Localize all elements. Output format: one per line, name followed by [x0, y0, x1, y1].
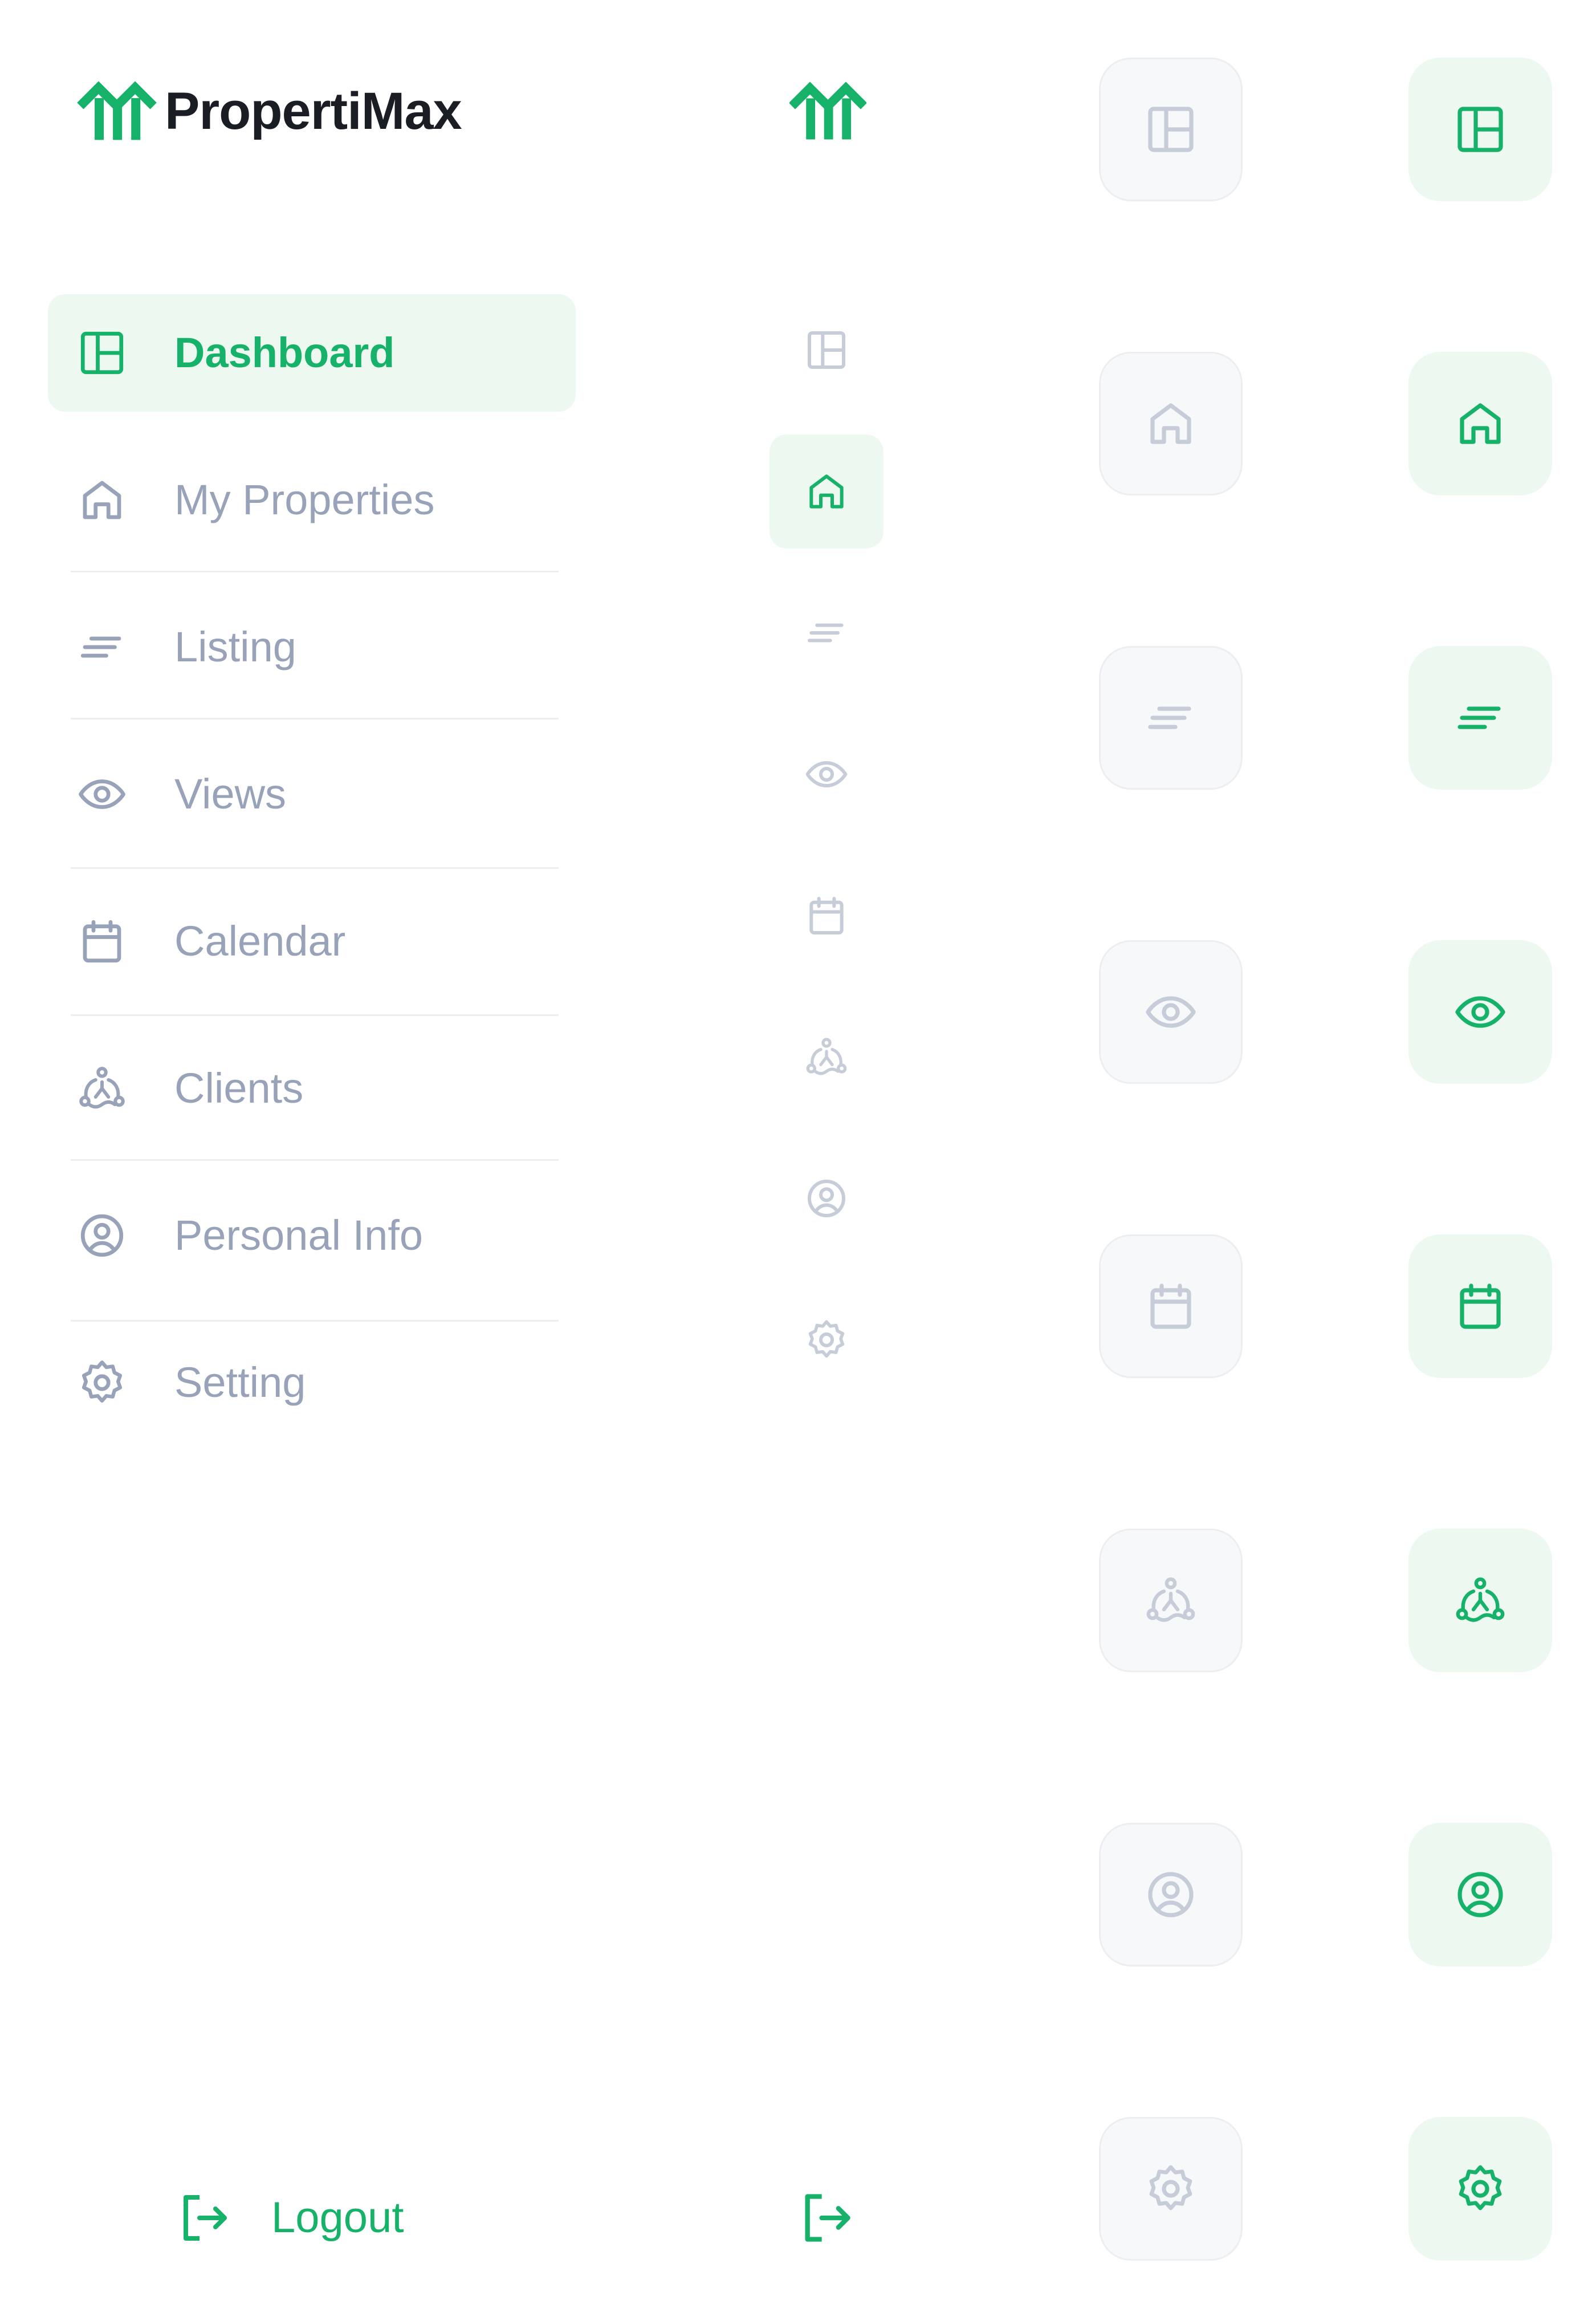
- dashboard-icon: [1453, 102, 1508, 157]
- clients-icon: [1453, 1573, 1508, 1628]
- clients-icon: [804, 1034, 849, 1080]
- gear-icon: [1453, 2161, 1508, 2216]
- sidebar-item-my-properties[interactable]: My Properties: [48, 441, 576, 559]
- mini-item-personal-info[interactable]: [769, 1141, 883, 1255]
- home-icon: [1143, 396, 1198, 451]
- clients-icon: [1143, 1573, 1198, 1628]
- sidebar-item-label: My Properties: [174, 476, 435, 523]
- gear-icon: [76, 1357, 128, 1408]
- mini-item-my-properties[interactable]: [769, 434, 883, 548]
- sidebar-item-label: Clients: [174, 1064, 304, 1112]
- calendar-icon: [76, 916, 128, 967]
- tile-default-listing[interactable]: [1099, 646, 1243, 790]
- divider: [71, 1159, 559, 1161]
- mini-item-listing[interactable]: [769, 576, 883, 690]
- sidebar-item-listing[interactable]: Listing: [48, 588, 576, 706]
- logout-icon[interactable]: [798, 2189, 855, 2246]
- sidebar-item-dashboard[interactable]: Dashboard: [48, 294, 576, 412]
- sidebar-item-personal-info[interactable]: Personal Info: [48, 1177, 576, 1294]
- home-icon: [1453, 396, 1508, 451]
- sidebar-item-setting[interactable]: Setting: [48, 1324, 576, 1441]
- tile-default-personal-info[interactable]: [1099, 1823, 1243, 1966]
- eye-icon: [76, 769, 128, 820]
- divider: [71, 571, 559, 572]
- sidebar-item-label: Calendar: [174, 917, 346, 965]
- tile-active-personal-info[interactable]: [1408, 1823, 1552, 1966]
- dashboard-icon: [1143, 102, 1198, 157]
- divider: [71, 1320, 559, 1322]
- sidebar-item-label: Listing: [174, 623, 296, 671]
- tile-default-views[interactable]: [1099, 940, 1243, 1084]
- tile-default-home[interactable]: [1099, 352, 1243, 495]
- logout-icon: [177, 2191, 231, 2245]
- sidebar-item-clients[interactable]: Clients: [48, 1030, 576, 1147]
- sidebar-item-label: Dashboard: [174, 329, 395, 376]
- tile-default-calendar[interactable]: [1099, 1234, 1243, 1378]
- tile-default-dashboard[interactable]: [1099, 58, 1243, 201]
- divider: [71, 1014, 559, 1016]
- tile-active-views[interactable]: [1408, 940, 1552, 1084]
- user-circle-icon: [76, 1210, 128, 1261]
- mini-item-views[interactable]: [769, 717, 883, 831]
- logout-button[interactable]: Logout: [177, 2178, 404, 2258]
- sidebar-item-label: Views: [174, 770, 287, 818]
- calendar-icon: [804, 893, 849, 938]
- divider: [71, 867, 559, 869]
- divider: [71, 718, 559, 720]
- listing-icon: [1143, 690, 1198, 745]
- dashboard-icon: [804, 327, 849, 373]
- tile-active-calendar[interactable]: [1408, 1234, 1552, 1378]
- tile-active-home[interactable]: [1408, 352, 1552, 495]
- sidebar-item-label: Personal Info: [174, 1212, 424, 1259]
- calendar-icon: [1143, 1279, 1198, 1334]
- tile-active-clients[interactable]: [1408, 1529, 1552, 1672]
- gear-icon: [1143, 2161, 1198, 2216]
- listing-icon: [804, 610, 849, 656]
- user-circle-icon: [804, 1176, 849, 1221]
- tile-active-setting[interactable]: [1408, 2117, 1552, 2261]
- user-circle-icon: [1143, 1867, 1198, 1922]
- user-circle-icon: [1453, 1867, 1508, 1922]
- brand-logo[interactable]: PropertiMax: [77, 80, 462, 143]
- home-icon: [804, 469, 849, 514]
- tile-default-setting[interactable]: [1099, 2117, 1243, 2261]
- mini-item-clients[interactable]: [769, 1000, 883, 1114]
- mini-item-dashboard[interactable]: [769, 293, 883, 407]
- brand-name: PropertiMax: [165, 82, 462, 140]
- dashboard-icon: [76, 327, 128, 379]
- tile-active-dashboard[interactable]: [1408, 58, 1552, 201]
- eye-icon: [804, 751, 849, 797]
- eye-icon: [1453, 985, 1508, 1039]
- logo-mark-icon: [77, 80, 157, 143]
- sidebar-item-label: Setting: [174, 1359, 306, 1406]
- listing-icon: [76, 621, 128, 673]
- tile-default-clients[interactable]: [1099, 1529, 1243, 1672]
- sidebar-item-calendar[interactable]: Calendar: [48, 883, 576, 1000]
- sidebar-item-views[interactable]: Views: [48, 735, 576, 853]
- logout-label: Logout: [271, 2193, 404, 2242]
- home-icon: [76, 474, 128, 526]
- listing-icon: [1453, 690, 1508, 745]
- logo-mark-icon[interactable]: [789, 80, 866, 143]
- clients-icon: [76, 1063, 128, 1114]
- mini-item-calendar[interactable]: [769, 859, 883, 973]
- calendar-icon: [1453, 1279, 1508, 1334]
- mini-item-setting[interactable]: [769, 1283, 883, 1397]
- eye-icon: [1143, 985, 1198, 1039]
- tile-active-listing[interactable]: [1408, 646, 1552, 790]
- gear-icon: [804, 1317, 849, 1363]
